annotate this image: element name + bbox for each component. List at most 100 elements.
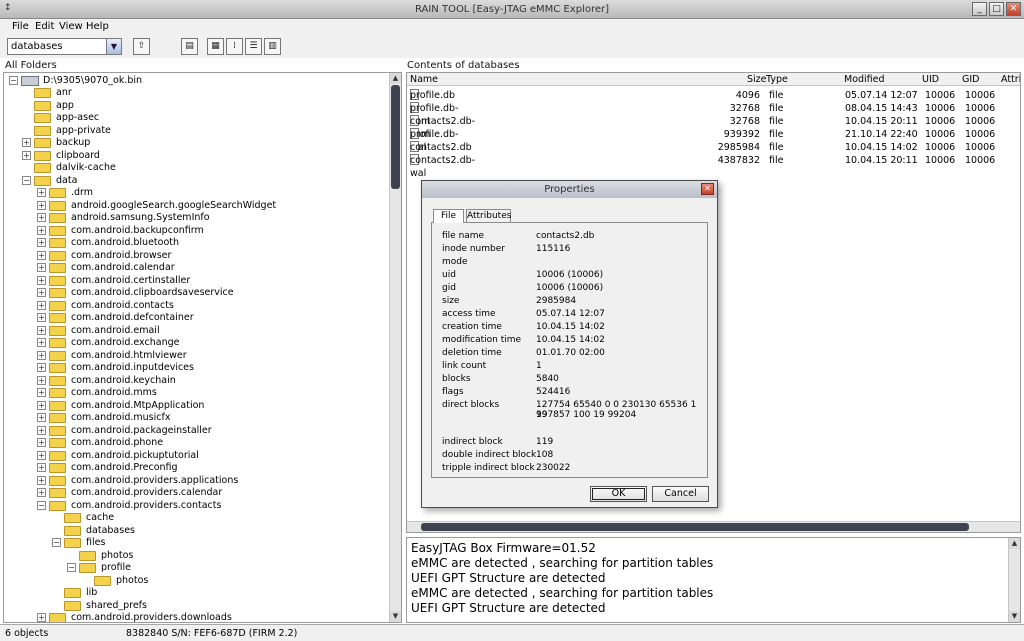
scrollbar-thumb[interactable]	[421, 523, 969, 531]
col-gid[interactable]: GID	[962, 74, 979, 85]
path-dropdown[interactable]: databases ▼	[7, 38, 122, 55]
maximize-button[interactable]: □	[989, 2, 1004, 16]
tree-node[interactable]: + .drm	[37, 187, 93, 199]
tree-node[interactable]: app-asec	[22, 112, 99, 124]
close-button[interactable]: ✕	[1006, 2, 1021, 16]
col-size[interactable]: Size	[747, 74, 767, 85]
expand-icon[interactable]: +	[37, 301, 46, 310]
expand-icon[interactable]: +	[37, 463, 46, 472]
dialog-close-icon[interactable]: ✕	[701, 183, 714, 195]
scrollbar-thumb[interactable]	[391, 85, 400, 189]
expand-icon[interactable]: +	[37, 313, 46, 322]
file-row[interactable]: profile.db-wal 939392 file 21.10.14 22:4…	[407, 128, 1020, 153]
tree-node[interactable]: app	[22, 100, 74, 112]
tree-node[interactable]: − com.android.providers.contacts	[37, 500, 221, 512]
collapse-icon[interactable]: −	[37, 501, 46, 510]
expand-icon[interactable]: +	[37, 351, 46, 360]
expand-icon[interactable]: +	[37, 401, 46, 410]
tree-node[interactable]: anr	[22, 87, 72, 99]
expand-icon[interactable]: +	[37, 426, 46, 435]
tree-node[interactable]: + com.android.bluetooth	[37, 237, 179, 249]
file-row[interactable]: profile.db-shm 32768 file 08.04.15 14:43…	[407, 102, 1020, 127]
expand-icon[interactable]: +	[37, 388, 46, 397]
tree-node[interactable]: + com.android.certinstaller	[37, 275, 190, 287]
properties-button[interactable]: ▤	[181, 38, 198, 55]
expand-icon[interactable]: +	[37, 338, 46, 347]
expand-icon[interactable]: +	[22, 151, 31, 160]
tree-node[interactable]: + com.android.MtpApplication	[37, 400, 204, 412]
col-uid[interactable]: UID	[922, 74, 939, 85]
expand-icon[interactable]: +	[37, 363, 46, 372]
tree-node[interactable]: photos	[82, 575, 148, 587]
file-row[interactable]: contacts2.db-wal 4387832 file 10.04.15 2…	[407, 154, 1020, 179]
tree-node[interactable]: + clipboard	[22, 150, 100, 162]
menu-help[interactable]: Help	[86, 21, 109, 32]
expand-icon[interactable]: +	[37, 376, 46, 385]
tree-node[interactable]: − files	[52, 537, 105, 549]
cancel-button[interactable]: Cancel	[652, 486, 709, 502]
expand-icon[interactable]: +	[37, 288, 46, 297]
tab-file[interactable]: File	[433, 209, 464, 223]
expand-icon[interactable]: +	[37, 613, 46, 622]
expand-icon[interactable]: +	[37, 188, 46, 197]
tree-node[interactable]: + com.android.musicfx	[37, 412, 170, 424]
expand-icon[interactable]: +	[37, 413, 46, 422]
tab-attributes[interactable]: Attributes	[466, 209, 511, 222]
tree-node[interactable]: − data	[22, 175, 77, 187]
tree-node[interactable]: + com.android.providers.applications	[37, 475, 238, 487]
collapse-icon[interactable]: −	[67, 563, 76, 572]
menu-edit[interactable]: Edit	[35, 21, 54, 32]
log-scrollbar[interactable]: ▲ ▼	[1008, 538, 1020, 622]
menu-view[interactable]: View	[59, 21, 83, 32]
collapse-icon[interactable]: −	[9, 76, 18, 85]
large-icons-view-button[interactable]: ▦	[207, 38, 224, 55]
small-icons-view-button[interactable]: ⁞	[226, 38, 243, 55]
expand-icon[interactable]: +	[37, 476, 46, 485]
expand-icon[interactable]: +	[37, 238, 46, 247]
tree-node[interactable]: + com.android.contacts	[37, 300, 174, 312]
tree-node-selected[interactable]: databases	[52, 525, 135, 537]
tree-node[interactable]: + com.android.providers.calendar	[37, 487, 222, 499]
expand-icon[interactable]: +	[37, 201, 46, 210]
col-modified[interactable]: Modified	[844, 74, 885, 85]
tree-node[interactable]: + com.android.Preconfig	[37, 462, 178, 474]
tree-node[interactable]: + com.android.providers.downloads	[37, 612, 232, 622]
tree-node[interactable]: + com.android.htmlviewer	[37, 350, 187, 362]
tree-node[interactable]: − profile	[67, 562, 131, 574]
collapse-icon[interactable]: −	[22, 176, 31, 185]
tree-node[interactable]: + com.android.pickuptutorial	[37, 450, 199, 462]
ok-button[interactable]: OK	[590, 486, 647, 502]
details-view-button[interactable]: ▥	[264, 38, 281, 55]
menu-file[interactable]: File	[12, 21, 29, 32]
tree-node[interactable]: + com.android.browser	[37, 250, 171, 262]
folder-tree[interactable]: − D:\9305\9070_ok.bin anr app app-asec ap…	[3, 72, 402, 623]
expand-icon[interactable]: +	[37, 326, 46, 335]
expand-icon[interactable]: +	[37, 488, 46, 497]
list-view-button[interactable]: ☰	[245, 38, 262, 55]
tree-node[interactable]: + com.android.backupconfirm	[37, 225, 204, 237]
col-attr[interactable]: Attri	[1001, 74, 1020, 85]
col-name[interactable]: Name	[410, 74, 438, 85]
tree-node-root[interactable]: − D:\9305\9070_ok.bin	[9, 75, 142, 87]
tree-node[interactable]: + backup	[22, 137, 90, 149]
expand-icon[interactable]: +	[37, 263, 46, 272]
up-folder-button[interactable]: ⇧	[133, 38, 150, 55]
tree-scrollbar[interactable]: ▲ ▼	[389, 73, 401, 622]
tree-node[interactable]: dalvik-cache	[22, 162, 116, 174]
expand-icon[interactable]: +	[37, 438, 46, 447]
tree-node[interactable]: shared_prefs	[52, 600, 147, 612]
expand-icon[interactable]: +	[37, 276, 46, 285]
collapse-icon[interactable]: −	[52, 538, 61, 547]
file-row[interactable]: contacts2.db-shm 32768 file 10.04.15 20:…	[407, 115, 1020, 140]
expand-icon[interactable]: +	[37, 226, 46, 235]
tree-node[interactable]: + com.android.mms	[37, 387, 157, 399]
tree-node[interactable]: + android.googleSearch.googleSearchWidget	[37, 200, 276, 212]
tree-node[interactable]: + com.android.calendar	[37, 262, 175, 274]
tree-node[interactable]: cache	[52, 512, 114, 524]
tree-node[interactable]: + android.samsung.SystemInfo	[37, 212, 210, 224]
tree-node[interactable]: app-private	[22, 125, 111, 137]
expand-icon[interactable]: +	[37, 251, 46, 260]
scroll-down-icon[interactable]: ▼	[390, 611, 401, 622]
tree-node[interactable]: lib	[52, 587, 97, 599]
tree-node[interactable]: + com.android.phone	[37, 437, 163, 449]
